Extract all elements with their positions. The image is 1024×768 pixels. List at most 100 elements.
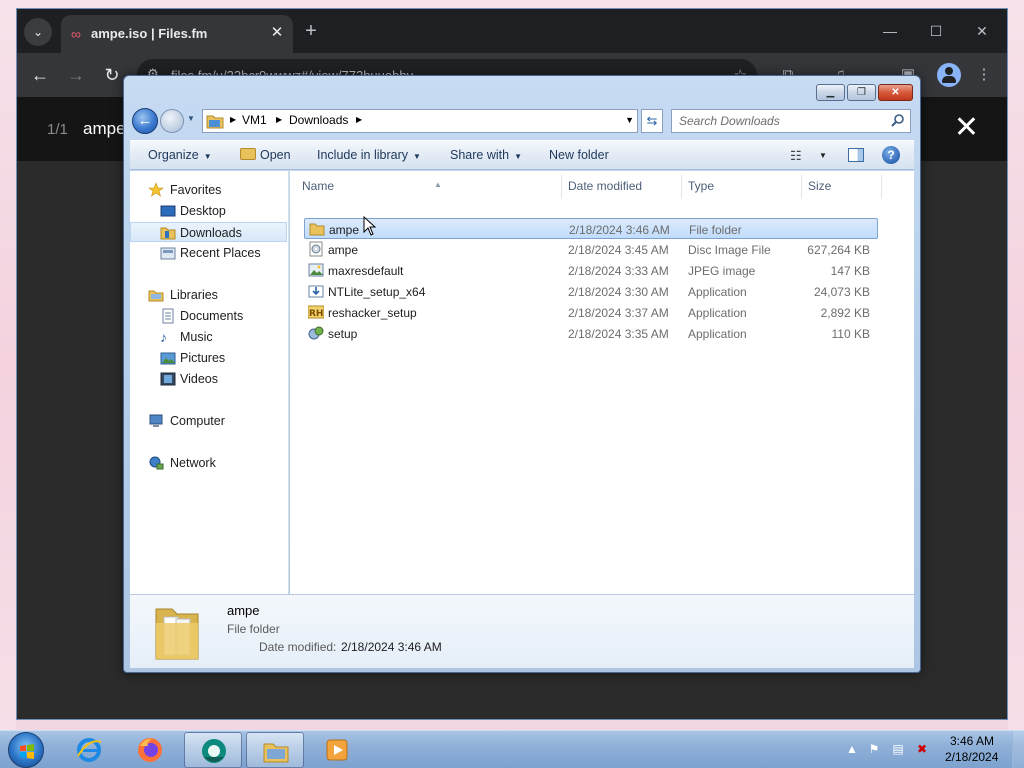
nav-network[interactable]: Network [130,453,287,473]
back-arrow-icon[interactable]: ← [28,63,52,87]
svg-text:RH: RH [309,309,323,319]
refresh-icon[interactable]: ⇆ [641,109,663,133]
view-options-dropdown-icon[interactable]: ▼ [819,151,827,160]
action-center-flag-icon[interactable]: ⚑ [866,742,882,758]
file-row[interactable]: maxresdefault 2/18/2024 3:33 AM JPEG image… [304,260,878,281]
nav-downloads-label: Downloads [180,226,242,240]
file-row[interactable]: RH reshacker_setup 2/18/2024 3:37 AM Applic… [304,302,878,323]
nav-favorites[interactable]: Favorites [130,180,287,200]
browser-minimize-button[interactable]: — [875,19,905,43]
search-input[interactable]: Search Downloads [671,109,911,133]
nav-documents[interactable]: Documents [130,306,287,326]
setup-icon [308,326,324,340]
file-name: maxresdefault [328,264,404,278]
help-icon[interactable]: ? [882,146,900,164]
clock-date[interactable]: 2/18/2024 [945,750,998,764]
chevron-down-icon: ▼ [514,152,522,161]
column-date-modified[interactable]: Date modified [562,175,682,199]
include-in-library-button[interactable]: Include in library ▼ [317,148,421,162]
nav-pictures[interactable]: Pictures [130,348,287,368]
file-row[interactable]: ampe 2/18/2024 3:45 AM Disc Image File 627,… [304,239,878,260]
command-bar: Organize ▼ Open Include in library ▼ Share… [130,140,914,170]
navigation-pane: Favorites Desktop Downloads Recent Place… [130,171,289,594]
viewer-close-icon[interactable]: ✕ [954,113,979,143]
new-tab-icon[interactable]: + [301,21,321,41]
menu-kebab-icon[interactable]: ⋮ [973,64,995,86]
share-with-button[interactable]: Share with ▼ [450,148,522,162]
nav-recent-places-label: Recent Places [180,246,261,260]
browser-maximize-button[interactable]: ☐ [921,19,951,43]
explorer-close-button[interactable]: ✕ [878,84,913,101]
profile-avatar-icon[interactable] [937,63,961,87]
recent-places-icon [160,247,176,260]
breadcrumb-vm1[interactable]: VM1 [242,113,267,127]
column-size[interactable]: Size [802,175,882,199]
file-size: 24,073 KB [813,285,870,299]
breadcrumb-separator-icon[interactable]: ▶ [276,115,282,124]
browser-close-button[interactable]: ✕ [967,19,997,43]
tab-close-icon[interactable]: ✕ [267,23,287,43]
nav-libraries[interactable]: Libraries [130,285,287,305]
column-name-label: Name [302,179,335,193]
breadcrumb-separator-icon[interactable]: ▶ [230,115,236,124]
file-date-modified: 2/18/2024 3:45 AM [568,243,669,257]
firefox-icon [138,738,162,762]
breadcrumb-downloads[interactable]: Downloads [289,113,348,127]
nav-downloads[interactable]: Downloads [130,222,287,242]
taskbar-media-player[interactable] [308,732,366,768]
file-type: Application [688,306,747,320]
windows-logo-icon [20,744,34,759]
file-size: 110 KB [831,327,870,341]
preview-pane-icon[interactable] [848,148,864,162]
file-row[interactable]: setup 2/18/2024 3:35 AM Application 110 KB [304,323,878,344]
viewer-filename: ampe [83,119,126,138]
open-button[interactable]: Open [240,148,291,162]
reload-icon[interactable]: ↻ [100,63,124,87]
media-player-icon [326,739,348,761]
nav-videos[interactable]: Videos [130,369,287,389]
explorer-forward-icon[interactable] [160,109,184,133]
taskbar-firefox[interactable] [121,732,179,768]
file-row[interactable]: ampe 2/18/2024 3:46 AM File folder [304,218,878,239]
volume-muted-icon[interactable]: ✖ [914,742,930,758]
recent-pages-dropdown-icon[interactable]: ▼ [187,114,197,126]
internet-explorer-icon [77,738,102,762]
documents-icon [162,308,174,324]
new-folder-button[interactable]: New folder [549,148,609,162]
show-hidden-icons-icon[interactable]: ▲ [844,742,860,758]
explorer-address-bar[interactable]: ▶ VM1 ▶ Downloads ▶ ▼ [202,109,638,133]
column-type[interactable]: Type [682,175,802,199]
taskbar-chrome-like-app[interactable] [184,732,242,768]
explorer-back-icon[interactable]: ← [132,108,158,134]
new-folder-label: New folder [549,148,609,162]
explorer-maximize-button[interactable]: ❐ [847,84,876,101]
details-date-label: Date modified: [259,640,337,654]
nav-computer[interactable]: Computer [130,411,287,431]
address-dropdown-icon[interactable]: ▼ [625,115,634,125]
taskbar-internet-explorer[interactable] [60,732,118,768]
breadcrumb-separator-icon[interactable]: ▶ [356,115,362,124]
organize-button[interactable]: Organize ▼ [148,148,212,162]
file-name: ampe [329,223,360,237]
forward-arrow-icon[interactable]: → [64,63,88,87]
browser-tab[interactable]: ∞ ampe.iso | Files.fm ✕ [61,15,293,53]
details-type: File folder [227,622,280,636]
nav-desktop[interactable]: Desktop [130,201,287,221]
file-row[interactable]: NTLite_setup_x64 2/18/2024 3:30 AM Applica… [304,281,878,302]
nav-music[interactable]: ♪ Music [130,327,287,347]
file-type: JPEG image [688,264,756,278]
start-button[interactable] [8,732,44,768]
explorer-minimize-button[interactable]: ▁ [816,84,845,101]
network-tray-icon[interactable]: ▤ [890,742,906,758]
clock-time[interactable]: 3:46 AM [950,734,994,748]
show-desktop-button[interactable] [1012,731,1024,768]
tab-title: ampe.iso | Files.fm [91,26,208,41]
nav-recent-places[interactable]: Recent Places [130,243,287,263]
column-name[interactable]: Name ▲ [296,175,562,199]
tab-search-button[interactable]: ⌄ [24,18,52,46]
search-icon[interactable] [891,113,905,127]
taskbar-windows-explorer[interactable] [246,732,304,768]
music-icon: ♪ [160,329,167,345]
nav-music-label: Music [180,330,213,344]
change-view-icon[interactable]: ☷ [790,148,802,164]
